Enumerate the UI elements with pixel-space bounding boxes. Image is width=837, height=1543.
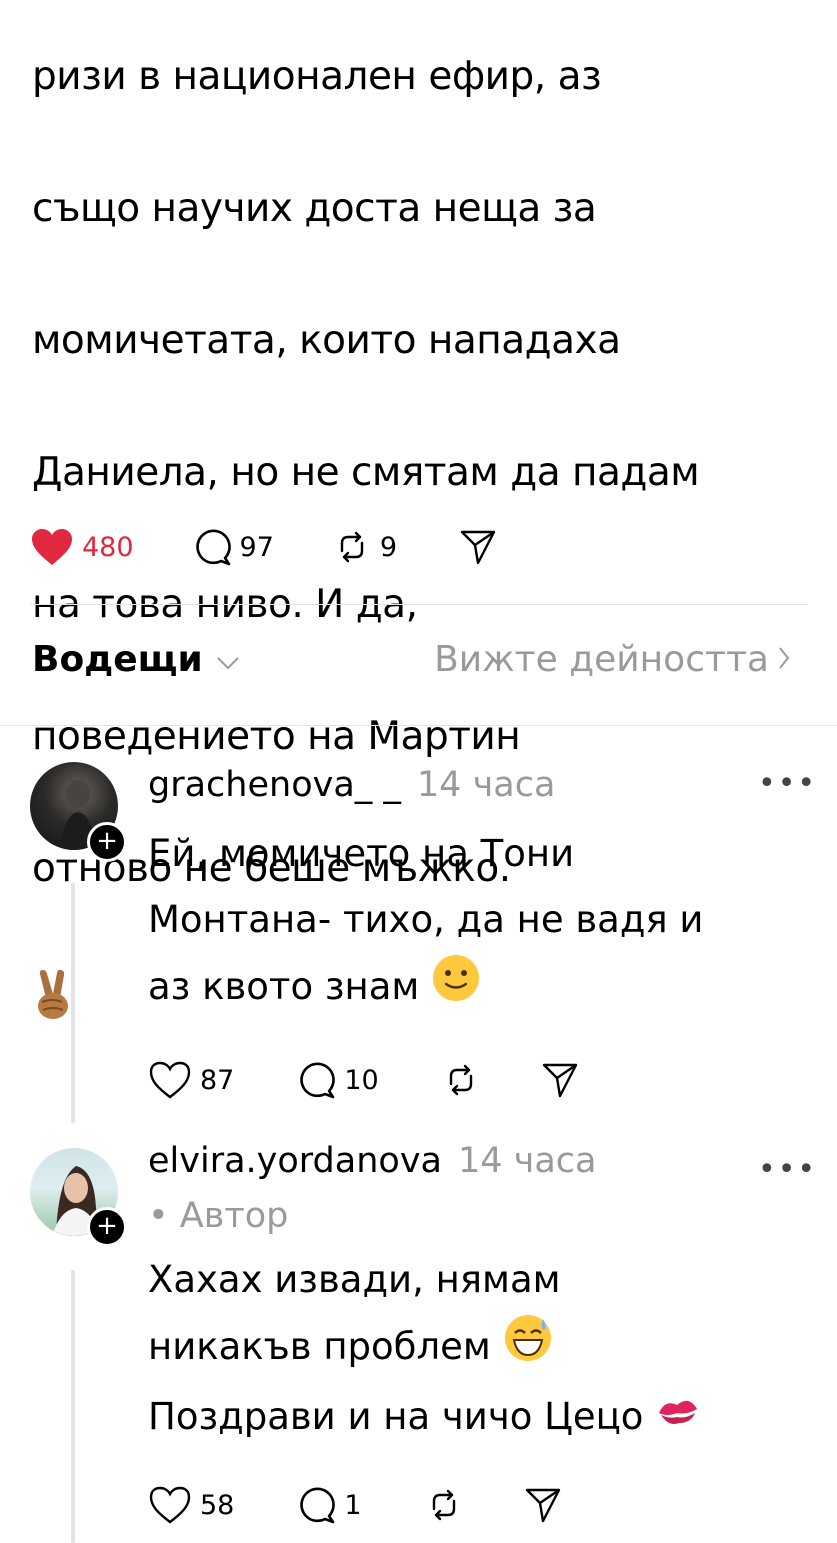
reply-text-line-last: аз квото знам <box>148 953 813 1024</box>
reply-text-line-2: никакъв проблем <box>148 1313 813 1384</box>
sort-label: Водещи <box>32 639 203 680</box>
reply-text-line-content: аз квото знам <box>148 965 420 1008</box>
heart-icon <box>148 1060 192 1100</box>
reply-actions: 87 10 <box>148 1060 579 1100</box>
sort-bar: Водещи Вижте дейността <box>0 625 837 707</box>
thread-line <box>71 1270 75 1543</box>
reply-text-line: Монтана- тихо, да не вадя и <box>148 898 704 941</box>
kiss-mark-emoji-icon <box>655 1386 701 1452</box>
author-badge: • Автор <box>148 1196 289 1236</box>
post-text-line: също научих доста неща за <box>32 186 597 231</box>
post-text-line: момичетата, които нападаха <box>32 318 621 363</box>
heart-icon <box>30 527 74 567</box>
comment-count: 97 <box>239 531 274 563</box>
repost-button[interactable] <box>441 1060 481 1100</box>
like-button[interactable]: 480 <box>30 527 134 567</box>
reply-username[interactable]: grachenova_ _ <box>148 765 401 805</box>
comment-icon <box>296 1485 336 1525</box>
reply-timestamp: 14 часа <box>457 1141 597 1181</box>
share-button[interactable] <box>541 1061 579 1099</box>
repost-button[interactable]: 9 <box>332 527 397 567</box>
more-icon[interactable]: ••• <box>758 1152 817 1187</box>
repost-icon <box>332 527 372 567</box>
reply-text-line: Ей, момичето на Тони <box>148 832 575 875</box>
share-button[interactable] <box>459 528 497 566</box>
like-count: 87 <box>200 1064 235 1096</box>
reply-text: Ей, момичето на Тони Монтана- тихо, да н… <box>148 821 813 1024</box>
reply-username[interactable]: elvira.yordanova <box>148 1141 442 1181</box>
comment-button[interactable]: 10 <box>296 1060 379 1100</box>
reply-text-line-content: Поздрави и на чичо Цецо <box>148 1395 644 1438</box>
more-icon[interactable]: ••• <box>758 766 817 801</box>
view-activity-link[interactable]: Вижте дейността <box>434 639 791 680</box>
share-icon <box>524 1486 562 1524</box>
reply-text-line: Хахах извади, нямам <box>148 1258 561 1301</box>
thread-line <box>71 883 75 1123</box>
view-activity-label: Вижте дейността <box>434 639 769 680</box>
reply-header: grachenova_ _ 14 часа <box>148 765 555 805</box>
reply-actions: 58 1 <box>148 1485 562 1525</box>
sort-dropdown[interactable]: Водещи <box>32 639 241 680</box>
comment-count: 10 <box>344 1064 379 1096</box>
comment-button[interactable]: 1 <box>296 1485 362 1525</box>
follow-plus-button[interactable]: + <box>87 1207 127 1247</box>
heart-icon <box>148 1485 192 1525</box>
post-text-line: поведението на Мартин <box>32 714 521 759</box>
chevron-right-icon <box>777 639 791 680</box>
like-count: 480 <box>82 531 134 563</box>
reply-text: Хахах извади, нямам никакъв проблем Позд… <box>148 1247 813 1452</box>
share-button[interactable] <box>524 1486 562 1524</box>
like-button[interactable]: 58 <box>148 1485 234 1525</box>
repost-count: 9 <box>379 531 398 563</box>
reply-timestamp: 14 часа <box>416 765 556 805</box>
repost-icon <box>441 1060 481 1100</box>
comment-icon <box>296 1060 336 1100</box>
chevron-down-icon <box>215 639 241 680</box>
like-button[interactable]: 87 <box>148 1060 234 1100</box>
comment-icon <box>192 527 232 567</box>
reply-text-line-content: никакъв проблем <box>148 1325 491 1368</box>
reply-header: elvira.yordanova 14 часа <box>148 1141 596 1181</box>
post-text-line: ризи в национален ефир, аз <box>32 54 602 99</box>
reply-text-line-last: Поздрави и на чичо Цецо <box>148 1384 813 1452</box>
smiling-face-emoji-icon <box>431 953 481 1024</box>
repost-icon <box>424 1485 464 1525</box>
share-icon <box>541 1061 579 1099</box>
like-count: 58 <box>200 1489 235 1521</box>
post-text-line: Даниела, но не смятам да падам <box>32 450 700 495</box>
repost-button[interactable] <box>424 1485 464 1525</box>
comment-button[interactable]: 97 <box>192 527 274 567</box>
post-actions: 480 97 9 <box>30 527 497 567</box>
grinning-sweat-emoji-icon <box>503 1313 553 1384</box>
divider <box>30 604 808 605</box>
follow-plus-button[interactable]: + <box>87 822 127 862</box>
divider <box>0 725 837 726</box>
share-icon <box>459 528 497 566</box>
comment-count: 1 <box>344 1489 362 1521</box>
victory-hand-emoji-icon <box>32 902 76 1041</box>
